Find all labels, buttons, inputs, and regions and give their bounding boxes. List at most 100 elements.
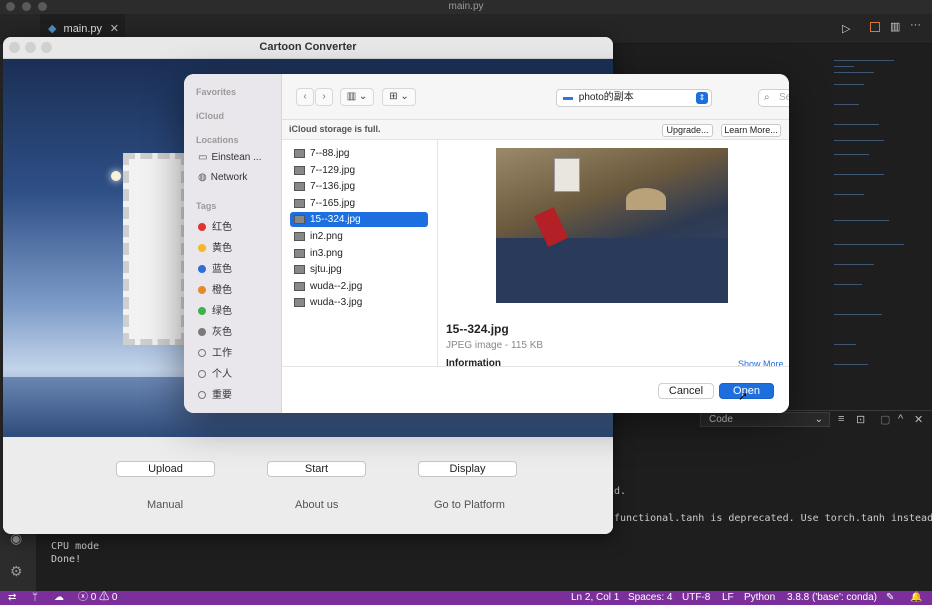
cursor-position[interactable]: Ln 2, Col 1	[571, 591, 619, 605]
clear-icon[interactable]: ≡	[838, 413, 844, 425]
sidebar-tag-item[interactable]: 蓝色	[198, 260, 232, 275]
icloud-header: iCloud	[196, 111, 224, 121]
file-row[interactable]: 15--324.jpg	[290, 212, 428, 228]
preview-filename: 15--324.jpg	[446, 322, 509, 336]
sidebar-tag-item[interactable]: 灰色	[198, 323, 232, 338]
platform-link[interactable]: Go to Platform	[434, 499, 505, 511]
sidebar-tag-item[interactable]: 工作	[198, 344, 232, 359]
lock-icon[interactable]: ⊡	[856, 413, 865, 426]
back-button[interactable]: ‹	[296, 88, 314, 106]
feedback-icon[interactable]: ✎	[886, 591, 894, 605]
upload-button[interactable]: Upload	[116, 461, 215, 477]
mouse-cursor-icon: ➚	[738, 389, 749, 403]
minimize-dot[interactable]	[25, 42, 36, 53]
file-row[interactable]: 7--136.jpg	[290, 179, 428, 194]
start-button[interactable]: Start	[267, 461, 366, 477]
branch-icon[interactable]: ᛘ	[32, 591, 38, 605]
view-mode-button[interactable]: ▥ ⌄	[340, 88, 374, 106]
preview-image	[496, 148, 728, 303]
sidebar-item-network[interactable]: ◍ Network	[198, 172, 247, 183]
file-row[interactable]: wuda--3.jpg	[290, 295, 428, 310]
zoom-dot[interactable]	[38, 2, 47, 11]
file-name: in2.png	[310, 231, 343, 242]
file-name: in3.png	[310, 247, 343, 259]
chevron-up-icon[interactable]: ^	[898, 413, 903, 425]
file-name: 7--165.jpg	[310, 197, 356, 209]
dialog-toolbar: ‹ › ▥ ⌄ ⊞ ⌄ ▬ photo的副本 ⇕ ⌕ Search	[282, 74, 789, 120]
moon-icon	[111, 171, 121, 181]
sidebar-item-label: Network	[210, 172, 248, 183]
icloud-message: iCloud storage is full.	[289, 124, 381, 134]
chevron-right-icon: ›	[322, 91, 326, 102]
file-row[interactable]: in2.png	[290, 229, 428, 244]
problems-indicator[interactable]: ⓧ 0 ⚠ 0	[78, 591, 117, 605]
maximize-icon[interactable]: ▢	[880, 413, 890, 426]
close-panel-icon[interactable]: ✕	[914, 413, 923, 426]
output-channel-select[interactable]: Code ⌄	[700, 412, 830, 427]
forward-button[interactable]: ›	[315, 88, 333, 106]
indentation[interactable]: Spaces: 4	[628, 591, 672, 605]
manual-link[interactable]: Manual	[147, 499, 183, 511]
upgrade-button[interactable]: Upgrade...	[662, 124, 713, 137]
file-row[interactable]: 7--88.jpg	[290, 146, 428, 161]
image-file-icon	[294, 281, 305, 291]
split-editor-icon[interactable]: ▥	[890, 20, 900, 33]
file-open-dialog: Favorites iCloud Locations ▭ Einstean ...…	[184, 74, 789, 413]
remote-icon[interactable]: ⇄	[8, 591, 16, 605]
file-name: sjtu.jpg	[310, 264, 342, 276]
learn-more-button[interactable]: Learn More...	[721, 124, 781, 137]
file-row[interactable]: sjtu.jpg	[290, 262, 428, 277]
minimap[interactable]	[826, 44, 932, 410]
car-shape	[496, 238, 728, 303]
sidebar-item-computer[interactable]: ▭ Einstean ...	[198, 152, 261, 163]
search-placeholder: Search	[779, 92, 789, 103]
search-input[interactable]: ⌕ Search	[758, 89, 789, 107]
bell-icon[interactable]: 🔔	[910, 591, 922, 605]
tag-color-icon	[198, 223, 206, 231]
file-name: wuda--2.jpg	[310, 280, 363, 292]
show-more-link[interactable]: Show More	[738, 359, 784, 366]
display-button[interactable]: Display	[418, 461, 517, 477]
stop-icon[interactable]	[870, 22, 880, 32]
image-file-icon	[294, 198, 305, 208]
dialog-sidebar: Favorites iCloud Locations ▭ Einstean ...…	[184, 74, 282, 413]
sidebar-tag-item[interactable]: 橙色	[198, 281, 232, 296]
tag-label: 橙色	[212, 285, 232, 296]
about-link[interactable]: About us	[295, 499, 338, 511]
tag-color-icon	[198, 391, 206, 399]
cancel-button[interactable]: Cancel	[658, 383, 714, 399]
file-row[interactable]: wuda--2.jpg	[290, 279, 428, 294]
sidebar-tag-item[interactable]: 重要	[198, 386, 232, 401]
eol[interactable]: LF	[722, 591, 734, 605]
preview-pane: 15--324.jpg JPEG image - 115 KB Informat…	[438, 140, 789, 366]
file-row[interactable]: 7--129.jpg	[290, 163, 428, 178]
file-list: 7--88.jpg 7--129.jpg 7--136.jpg 7--165.jpg 1…	[282, 140, 438, 366]
sidebar-tag-item[interactable]: 红色	[198, 218, 232, 233]
run-icon[interactable]: ▷	[842, 22, 850, 35]
file-row[interactable]: in3.png	[290, 246, 428, 261]
sync-icon[interactable]: ☁	[54, 591, 64, 605]
zoom-dot[interactable]	[41, 42, 52, 53]
favorites-header: Favorites	[196, 87, 237, 97]
file-row[interactable]: 7--165.jpg	[290, 196, 428, 211]
gear-icon[interactable]: ⚙	[10, 563, 23, 580]
sidebar-tag-item[interactable]: 黄色	[198, 239, 232, 254]
terminal-line: functional.tanh is deprecated. Use torch…	[614, 513, 932, 524]
terminal-line: Done!	[51, 554, 82, 565]
sidebar-tag-item[interactable]: 绿色	[198, 302, 232, 317]
close-dot[interactable]	[9, 42, 20, 53]
path-popup[interactable]: ▬ photo的副本 ⇕	[556, 89, 712, 107]
path-label: photo的副本	[578, 92, 634, 103]
error-count: 0	[90, 592, 97, 603]
close-dot[interactable]	[6, 2, 15, 11]
group-button[interactable]: ⊞ ⌄	[382, 88, 416, 106]
interpreter[interactable]: 3.8.8 ('base': conda)	[787, 591, 877, 605]
language-mode[interactable]: Python	[744, 591, 775, 605]
minimize-dot[interactable]	[22, 2, 31, 11]
sidebar-tag-item[interactable]: 个人	[198, 365, 232, 380]
more-actions-icon[interactable]: ···	[910, 19, 921, 31]
tag-color-icon	[198, 307, 206, 315]
sidebar-item-label: Einstean ...	[211, 152, 262, 163]
error-icon: ⓧ	[78, 592, 88, 603]
encoding[interactable]: UTF-8	[682, 591, 710, 605]
